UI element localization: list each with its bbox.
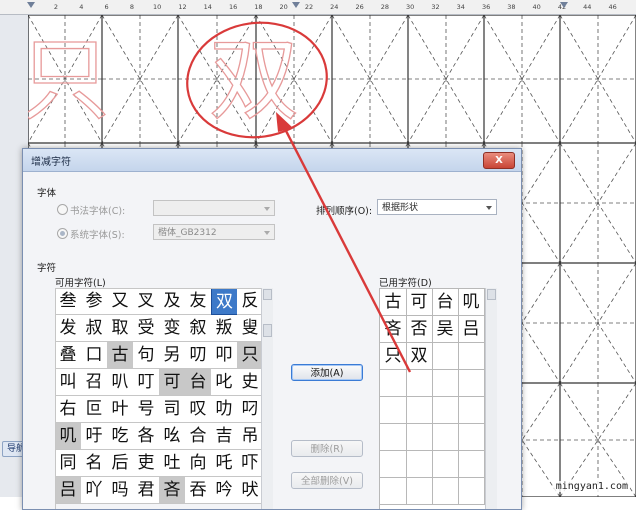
annotation-layer (186, 21, 412, 373)
arrow-line (281, 124, 412, 373)
highlight-circle (186, 21, 328, 139)
